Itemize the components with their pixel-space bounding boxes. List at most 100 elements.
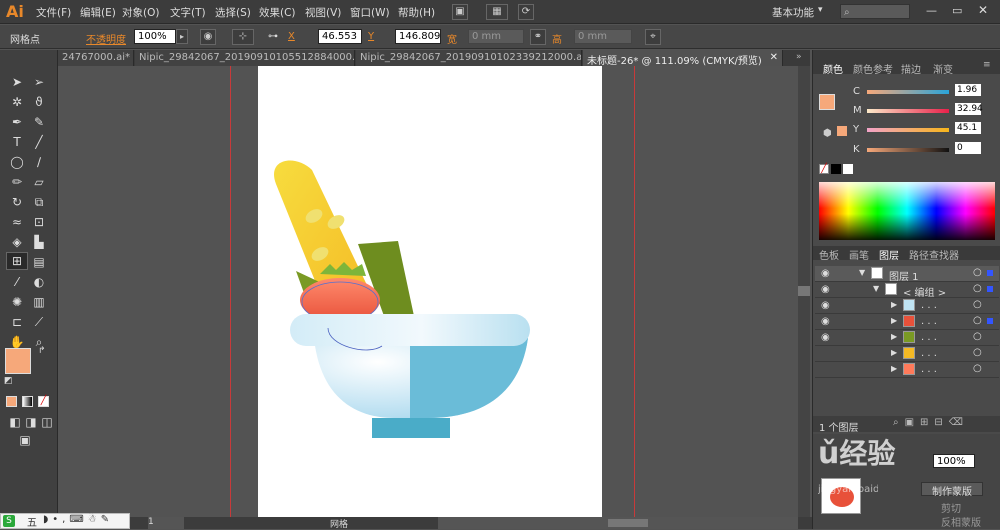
swap-fill-stroke-icon[interactable]: ↱ <box>38 346 46 356</box>
opacity-dropdown-icon[interactable]: ▸ <box>176 29 188 44</box>
channel-y-value[interactable]: 45.1 <box>955 122 981 134</box>
ime-tools-icon[interactable]: ◗•,⌨☃✎ <box>43 514 113 525</box>
horizontal-scrollbar[interactable] <box>438 517 798 529</box>
x-field[interactable]: 46.553 <box>318 29 362 44</box>
layer-row[interactable]: ◉ ▶ . . . ○ <box>815 314 999 330</box>
expand-triangle-icon[interactable]: ▶ <box>891 316 897 325</box>
layer-name[interactable]: . . . <box>921 316 937 327</box>
tab-document-2[interactable]: Nipic_29842067_20190910105512884000.ai* <box>135 50 355 66</box>
channel-m-value[interactable]: 32.94 <box>955 103 983 115</box>
panel-menu-icon[interactable]: ≡ <box>983 60 991 70</box>
layer-name[interactable]: . . . <box>921 348 937 359</box>
tab-swatches[interactable]: 色板 <box>819 247 839 262</box>
tab-pathfinder[interactable]: 路径查找器 <box>909 247 959 262</box>
artwork[interactable] <box>258 66 602 518</box>
menu-window[interactable]: 窗口(W) <box>350 5 390 20</box>
layer-name[interactable]: . . . <box>921 332 937 343</box>
layer-row[interactable]: ▶ . . . ○ <box>815 362 999 378</box>
align-icon[interactable]: ⊹ <box>232 29 254 45</box>
screen-mode-icon[interactable]: ▣ <box>16 432 34 448</box>
layer-name[interactable]: . . . <box>921 364 937 375</box>
menu-help[interactable]: 帮助(H) <box>398 5 435 20</box>
menu-file[interactable]: 文件(F) <box>36 5 71 20</box>
channel-k-slider[interactable] <box>867 148 949 152</box>
selection-indicator[interactable] <box>987 286 993 292</box>
layer-name[interactable]: < 编组 > <box>903 284 946 299</box>
selection-indicator[interactable] <box>987 270 993 276</box>
gradient-mode-icon[interactable] <box>22 396 33 407</box>
symbol-sprayer-icon[interactable]: ✺ <box>8 294 26 310</box>
tab-stroke[interactable]: 描边 <box>901 61 921 76</box>
clip-checkbox-label[interactable]: 剪切 <box>941 500 961 515</box>
invert-mask-checkbox-label[interactable]: 反相蒙版 <box>941 514 981 529</box>
menu-edit[interactable]: 编辑(E) <box>80 5 116 20</box>
channel-m-slider[interactable] <box>867 109 949 113</box>
direct-selection-tool-icon[interactable]: ➢ <box>30 74 48 90</box>
eye-icon[interactable]: ◉ <box>821 316 830 327</box>
transform-icon[interactable]: ⌖ <box>645 29 661 45</box>
menu-select[interactable]: 选择(S) <box>215 5 251 20</box>
free-transform-icon[interactable]: ⊡ <box>30 214 48 230</box>
tab-color[interactable]: 颜色 <box>823 61 843 76</box>
layer-name[interactable]: 图层 1 <box>889 268 919 283</box>
height-field[interactable]: 0 mm <box>574 29 632 44</box>
expand-triangle-icon[interactable]: ▶ <box>891 364 897 373</box>
fill-swatch[interactable] <box>5 348 31 374</box>
eyedropper-icon[interactable]: ⁄ <box>8 274 26 290</box>
transparency-opacity-field[interactable]: 100% <box>933 454 975 468</box>
graph-tool-icon[interactable]: ▥ <box>30 294 48 310</box>
lasso-icon[interactable]: ϑ <box>30 94 48 110</box>
opacity-label[interactable]: 不透明度 <box>86 31 126 46</box>
menu-view[interactable]: 视图(V) <box>305 5 341 20</box>
scroll-thumb[interactable] <box>798 286 810 296</box>
pen-tool-icon[interactable]: ✒ <box>8 114 26 130</box>
white-swatch[interactable] <box>843 164 853 174</box>
target-icon[interactable]: ○ <box>973 363 982 374</box>
tab-document-3[interactable]: Nipic_29842067_20190910102339212000.ai* <box>356 50 582 66</box>
expand-triangle-icon[interactable]: ▶ <box>891 348 897 357</box>
tab-gradient[interactable]: 渐变 <box>933 61 953 76</box>
target-icon[interactable]: ○ <box>973 315 982 326</box>
target-icon[interactable]: ○ <box>973 331 982 342</box>
canvas[interactable] <box>58 66 798 518</box>
black-swatch[interactable] <box>831 164 841 174</box>
search-input[interactable]: ⌕ <box>840 4 910 19</box>
close-button[interactable]: ✕ <box>978 3 988 17</box>
out-of-gamut-icon[interactable]: ⬢ <box>823 128 832 139</box>
layer-name[interactable]: . . . <box>921 300 937 311</box>
close-icon[interactable]: ✕ <box>770 52 778 63</box>
channel-k-value[interactable]: 0 <box>955 142 981 154</box>
curvature-tool-icon[interactable]: ✎ <box>30 114 48 130</box>
layer-row[interactable]: ◉ ▼ < 编组 > ○ <box>815 282 999 299</box>
target-icon[interactable]: ○ <box>973 267 982 278</box>
menu-type[interactable]: 文字(T) <box>170 5 206 20</box>
tab-layers[interactable]: 图层 <box>879 247 899 262</box>
artboard[interactable] <box>258 66 602 518</box>
color-spectrum[interactable] <box>819 182 995 240</box>
y-field[interactable]: 146.809 <box>395 29 441 44</box>
scroll-thumb[interactable] <box>608 519 648 527</box>
paintbrush-icon[interactable]: ∕ <box>30 154 48 170</box>
menu-effect[interactable]: 效果(C) <box>259 5 296 20</box>
eye-icon[interactable]: ◉ <box>821 300 830 311</box>
blend-tool-icon[interactable]: ◐ <box>30 274 48 290</box>
scale-tool-icon[interactable]: ⧉ <box>30 194 48 210</box>
expand-triangle-icon[interactable]: ▼ <box>859 268 865 277</box>
none-swatch[interactable]: ╱ <box>819 164 829 174</box>
expand-triangle-icon[interactable]: ▶ <box>891 300 897 309</box>
default-colors-icon[interactable]: ◩ <box>4 376 13 386</box>
slice-tool-icon[interactable]: ⟋ <box>30 314 48 330</box>
eraser-icon[interactable]: ▱ <box>30 174 48 190</box>
pencil-icon[interactable]: ✏ <box>8 174 26 190</box>
vertical-scrollbar[interactable] <box>798 66 810 518</box>
channel-c-slider[interactable] <box>867 90 949 94</box>
type-tool-icon[interactable]: T <box>8 134 26 150</box>
expand-triangle-icon[interactable]: ▼ <box>873 284 879 293</box>
menu-object[interactable]: 对象(O) <box>122 5 159 20</box>
ellipse-tool-icon[interactable]: ◯ <box>8 154 26 170</box>
tab-color-guide[interactable]: 颜色参考 <box>853 61 893 76</box>
target-icon[interactable]: ○ <box>973 347 982 358</box>
shape-builder-icon[interactable]: ◈ <box>8 234 26 250</box>
rotate-tool-icon[interactable]: ↻ <box>8 194 26 210</box>
link-icon[interactable]: ⚭ <box>530 29 546 45</box>
